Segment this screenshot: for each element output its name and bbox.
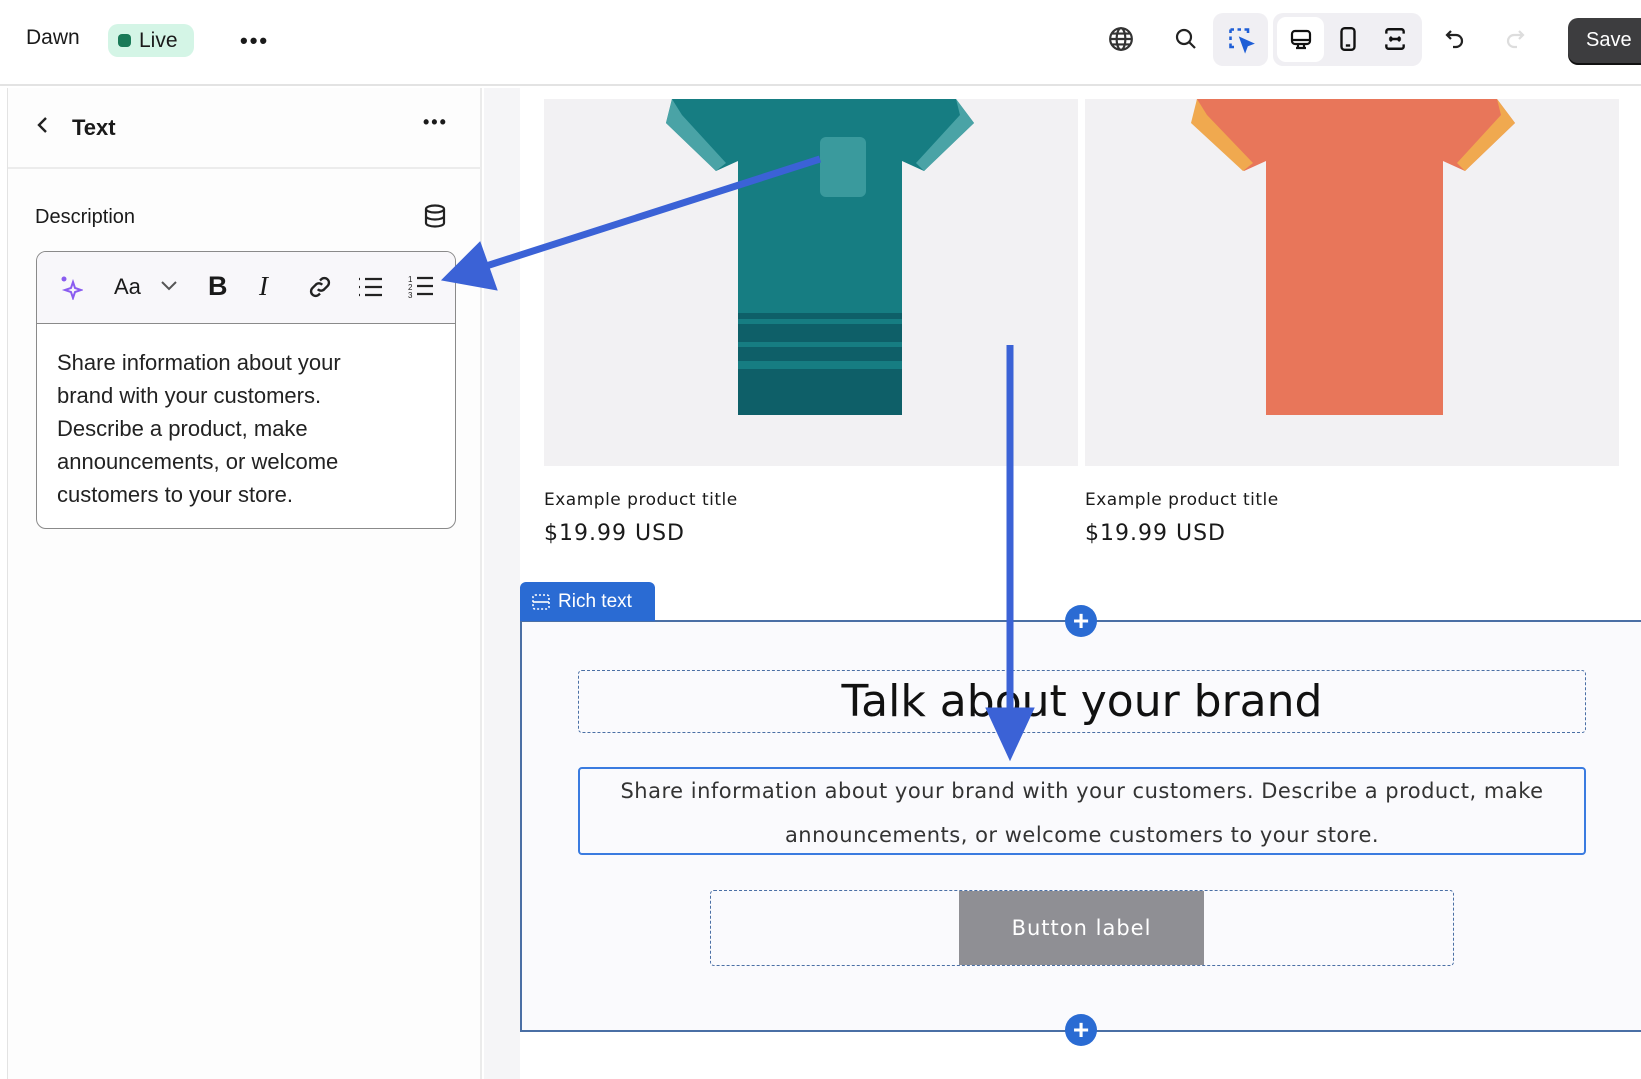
rich-text-editor: Aa B I 123 Share information about your … xyxy=(36,251,456,529)
svg-text:3: 3 xyxy=(408,291,413,299)
chevron-down-icon[interactable] xyxy=(160,278,178,297)
status-label: Live xyxy=(139,28,178,52)
bold-icon[interactable]: B xyxy=(208,271,228,302)
numbered-list-icon[interactable]: 123 xyxy=(408,273,434,304)
search-icon[interactable] xyxy=(1163,16,1209,62)
mobile-icon[interactable] xyxy=(1325,16,1371,62)
product-image[interactable] xyxy=(544,99,1078,466)
settings-sidebar: Text ••• Description Aa B I 123 Share in… xyxy=(7,88,482,1079)
section-tab-label: Rich text xyxy=(558,590,632,612)
tshirt-teal-image xyxy=(666,99,974,415)
text-line: Describe a product, make xyxy=(57,416,308,441)
add-section-above-button[interactable]: + xyxy=(1065,605,1097,637)
back-button[interactable] xyxy=(36,114,50,142)
redo-icon[interactable] xyxy=(1492,16,1538,62)
text-line: brand with your customers. xyxy=(57,383,322,408)
text-line: Share information about your brand with … xyxy=(620,779,1544,803)
undo-icon[interactable] xyxy=(1432,16,1478,62)
live-status-badge: Live xyxy=(108,24,194,57)
text-line: announcements, or welcome customers to y… xyxy=(784,823,1380,847)
save-button[interactable]: Save xyxy=(1568,18,1641,63)
top-bar: Dawn Live ••• Save xyxy=(0,0,1641,86)
live-dot-icon xyxy=(118,34,131,47)
fullwidth-icon[interactable] xyxy=(1372,16,1418,62)
panel-title: Text xyxy=(72,115,116,140)
product-price: $19.99 USD xyxy=(544,521,685,546)
link-icon[interactable] xyxy=(307,274,333,305)
panel-more-button[interactable]: ••• xyxy=(423,112,448,133)
divider xyxy=(8,167,481,169)
text-line: Share information about your xyxy=(57,350,341,375)
editor-content[interactable]: Share information about your brand with … xyxy=(37,324,455,511)
dynamic-source-icon[interactable] xyxy=(424,204,446,233)
font-icon[interactable]: Aa xyxy=(114,274,141,300)
add-section-below-button[interactable]: + xyxy=(1065,1014,1097,1046)
rich-text-body[interactable]: Share information about your brand with … xyxy=(578,767,1586,855)
cta-button[interactable]: Button label xyxy=(959,891,1204,965)
tshirt-coral-image xyxy=(1191,99,1515,415)
globe-icon[interactable] xyxy=(1098,16,1144,62)
inspector-icon[interactable] xyxy=(1213,13,1268,66)
store-name: Dawn xyxy=(26,26,80,49)
ai-sparkle-icon[interactable] xyxy=(59,274,85,305)
section-icon xyxy=(532,593,550,610)
product-title[interactable]: Example product title xyxy=(1085,490,1279,510)
rich-text-section-tab[interactable]: Rich text xyxy=(520,582,655,621)
product-title[interactable]: Example product title xyxy=(544,490,738,510)
editor-toolbar: Aa B I 123 xyxy=(37,252,455,324)
description-label: Description xyxy=(35,206,136,228)
desktop-icon[interactable] xyxy=(1277,17,1324,62)
product-price: $19.99 USD xyxy=(1085,521,1226,546)
italic-icon[interactable]: I xyxy=(259,271,268,302)
product-image[interactable] xyxy=(1085,99,1619,466)
text-line: announcements, or welcome xyxy=(57,449,339,474)
text-line: customers to your store. xyxy=(57,482,293,507)
bullet-list-icon[interactable] xyxy=(357,276,383,303)
rich-text-heading[interactable]: Talk about your brand xyxy=(578,670,1586,733)
theme-more-button[interactable]: ••• xyxy=(240,28,269,54)
